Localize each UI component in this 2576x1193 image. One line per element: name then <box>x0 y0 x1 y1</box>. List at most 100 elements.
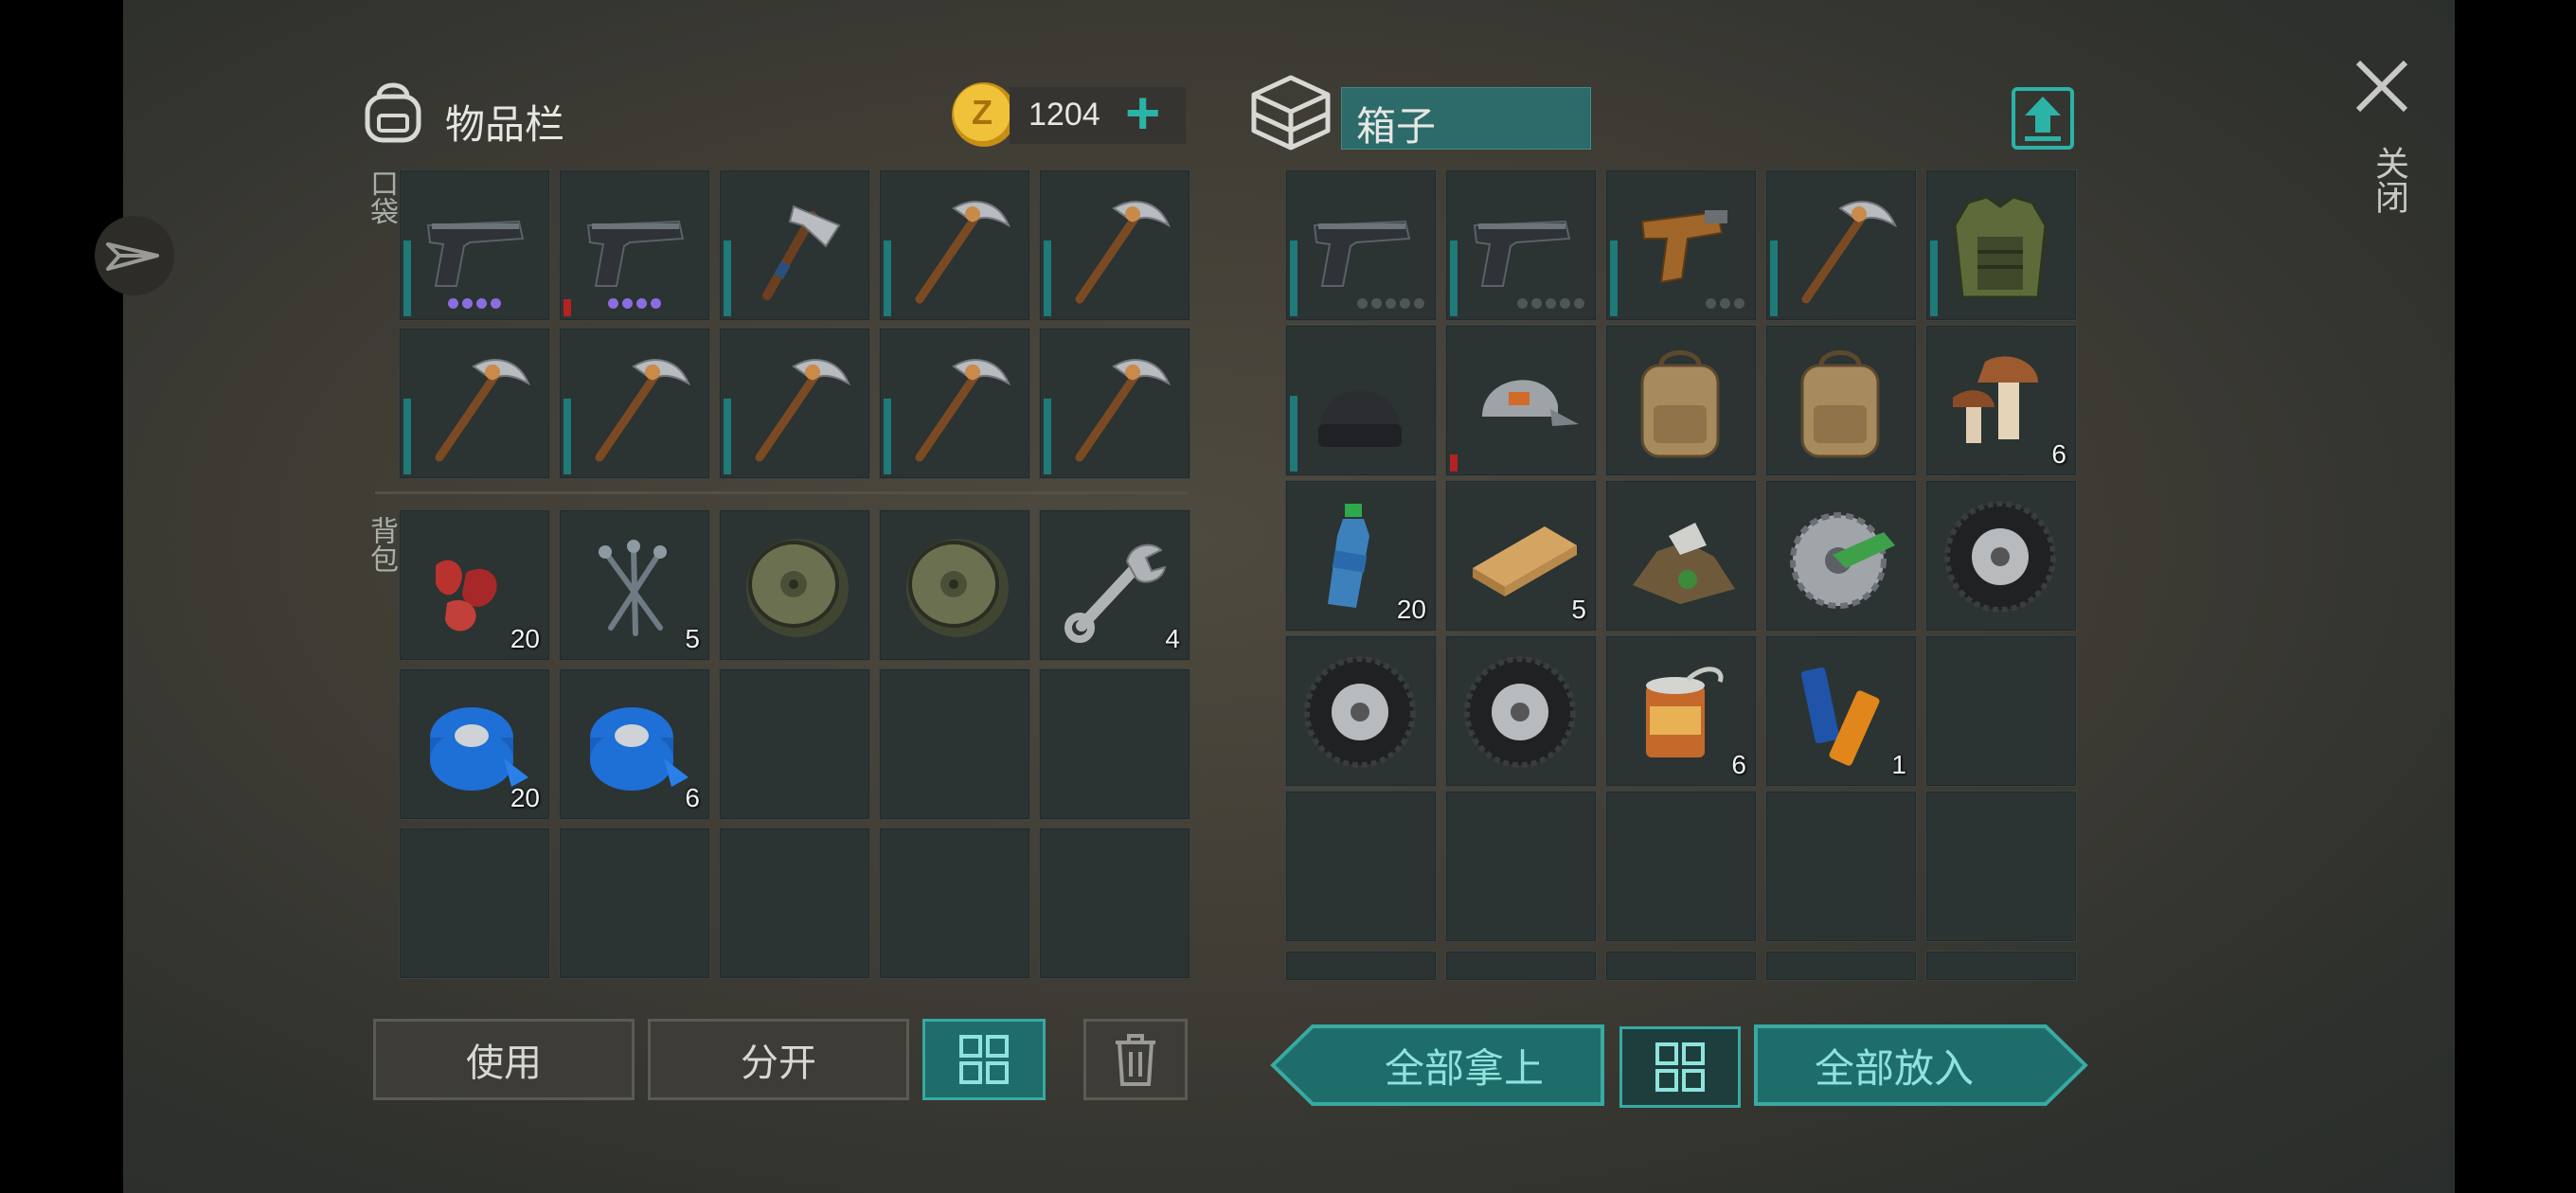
trash-icon <box>1116 1034 1155 1086</box>
pistol-icon <box>413 184 536 307</box>
durability-bar <box>403 399 411 474</box>
box-slot[interactable]: 6 <box>1605 635 1757 787</box>
put-all-button[interactable]: 全部放入 <box>1752 1023 2089 1108</box>
item-quantity: 6 <box>2051 439 2066 469</box>
pistol-icon <box>1459 184 1583 307</box>
durability-bar <box>1044 399 1051 474</box>
box-slot[interactable] <box>1605 169 1757 321</box>
backpack-slot[interactable] <box>879 828 1030 979</box>
close-label: 关闭 <box>2370 146 2408 214</box>
pickaxe-icon <box>1053 342 1176 465</box>
box-slot[interactable] <box>1765 480 1917 632</box>
plank-icon <box>1459 494 1583 617</box>
box-slot[interactable] <box>1605 480 1757 632</box>
backpack-slot[interactable] <box>399 828 550 979</box>
backpack-slot[interactable] <box>1039 668 1190 820</box>
box-slot[interactable] <box>1925 480 2077 632</box>
durability-bar <box>1770 240 1778 316</box>
box-slot[interactable] <box>1285 951 1437 981</box>
tire-icon <box>1299 650 1422 773</box>
upload-button[interactable] <box>2012 87 2074 150</box>
pocket-slot[interactable] <box>719 169 870 321</box>
pickaxe-icon <box>1053 184 1176 307</box>
box-slot[interactable] <box>1445 951 1597 981</box>
delete-button[interactable] <box>1083 1019 1188 1100</box>
backpack-slot[interactable] <box>1039 828 1190 979</box>
box-slot[interactable]: 1 <box>1765 635 1917 787</box>
box-slot[interactable] <box>1605 325 1757 476</box>
item-quantity: 20 <box>510 624 540 653</box>
cap-icon <box>1459 339 1583 462</box>
pocket-slot[interactable] <box>879 169 1030 321</box>
box-slot[interactable] <box>1925 169 2077 321</box>
box-slot[interactable] <box>1765 325 1917 476</box>
box-slot[interactable] <box>1765 951 1917 981</box>
grid-sort-button[interactable] <box>922 1019 1046 1100</box>
box-slot[interactable] <box>1925 791 2077 942</box>
item-quantity: 6 <box>685 783 700 812</box>
use-button[interactable]: 使用 <box>373 1019 635 1100</box>
box-header-icon <box>1248 72 1333 151</box>
hammer-icon <box>733 184 856 307</box>
backpack-slot[interactable]: 5 <box>559 509 710 661</box>
pocket-slot[interactable] <box>399 169 550 321</box>
pocket-slot[interactable] <box>719 328 870 479</box>
box-slot[interactable]: 20 <box>1285 480 1437 632</box>
tire-icon <box>1459 650 1583 773</box>
take-all-button[interactable]: 全部拿上 <box>1269 1023 1606 1108</box>
box-slot[interactable] <box>1925 635 2077 787</box>
backpack-slot[interactable] <box>719 668 870 820</box>
box-slot[interactable] <box>1285 325 1437 476</box>
item-quantity: 5 <box>685 624 700 653</box>
mod-slots-indicator <box>1606 297 1756 312</box>
item-quantity: 5 <box>1571 595 1586 624</box>
box-slot[interactable] <box>1445 169 1597 321</box>
durability-bar <box>1290 396 1297 472</box>
box-slot[interactable] <box>1285 635 1437 787</box>
backpack-slot[interactable]: 6 <box>559 668 710 820</box>
mod-slots-indicator <box>400 297 549 312</box>
backpack-label: 背包 <box>365 516 398 573</box>
screen-edge <box>2455 0 2576 1193</box>
box-slot[interactable] <box>1445 791 1597 942</box>
mushroom-icon <box>1940 339 2063 462</box>
pistol-icon <box>573 184 696 307</box>
backpack-slot[interactable] <box>879 668 1030 820</box>
item-quantity: 4 <box>1165 624 1180 653</box>
box-slot[interactable] <box>1285 791 1437 942</box>
box-slot[interactable] <box>1605 791 1757 942</box>
box-slot[interactable] <box>1765 169 1917 321</box>
box-grid-sort-button[interactable] <box>1619 1026 1741 1108</box>
mod-slots-indicator <box>560 297 709 312</box>
durability-bar <box>884 399 891 474</box>
backpack-slot[interactable]: 20 <box>399 668 550 820</box>
close-button[interactable] <box>2349 53 2415 119</box>
box-slot[interactable] <box>1605 951 1757 981</box>
box-slot[interactable] <box>1925 951 2077 981</box>
close-icon <box>2355 60 2408 113</box>
item-quantity: 20 <box>510 783 540 812</box>
split-button[interactable]: 分开 <box>648 1019 909 1100</box>
box-slot[interactable]: 5 <box>1445 480 1597 632</box>
pocket-slot[interactable] <box>1039 328 1190 479</box>
backpack-slot[interactable] <box>559 828 710 979</box>
pocket-slot[interactable] <box>879 328 1030 479</box>
backpack-slot[interactable] <box>719 509 870 661</box>
backpack-slot[interactable]: 4 <box>1039 509 1190 661</box>
pickaxe-icon <box>413 342 536 465</box>
pocket-slot[interactable] <box>559 169 710 321</box>
backpack-slot[interactable] <box>879 509 1030 661</box>
vest-icon <box>1940 184 2063 307</box>
add-coins-button[interactable]: + <box>1125 80 1160 146</box>
box-slot[interactable] <box>1765 791 1917 942</box>
pocket-slot[interactable] <box>399 328 550 479</box>
box-slot[interactable] <box>1285 169 1437 321</box>
box-slot[interactable] <box>1445 635 1597 787</box>
backpack-slot[interactable]: 20 <box>399 509 550 661</box>
box-slot[interactable] <box>1445 325 1597 476</box>
pocket-slot[interactable] <box>559 328 710 479</box>
backpack-slot[interactable] <box>719 828 870 979</box>
share-icon[interactable] <box>95 216 174 295</box>
box-slot[interactable]: 6 <box>1925 325 2077 476</box>
pocket-slot[interactable] <box>1039 169 1190 321</box>
